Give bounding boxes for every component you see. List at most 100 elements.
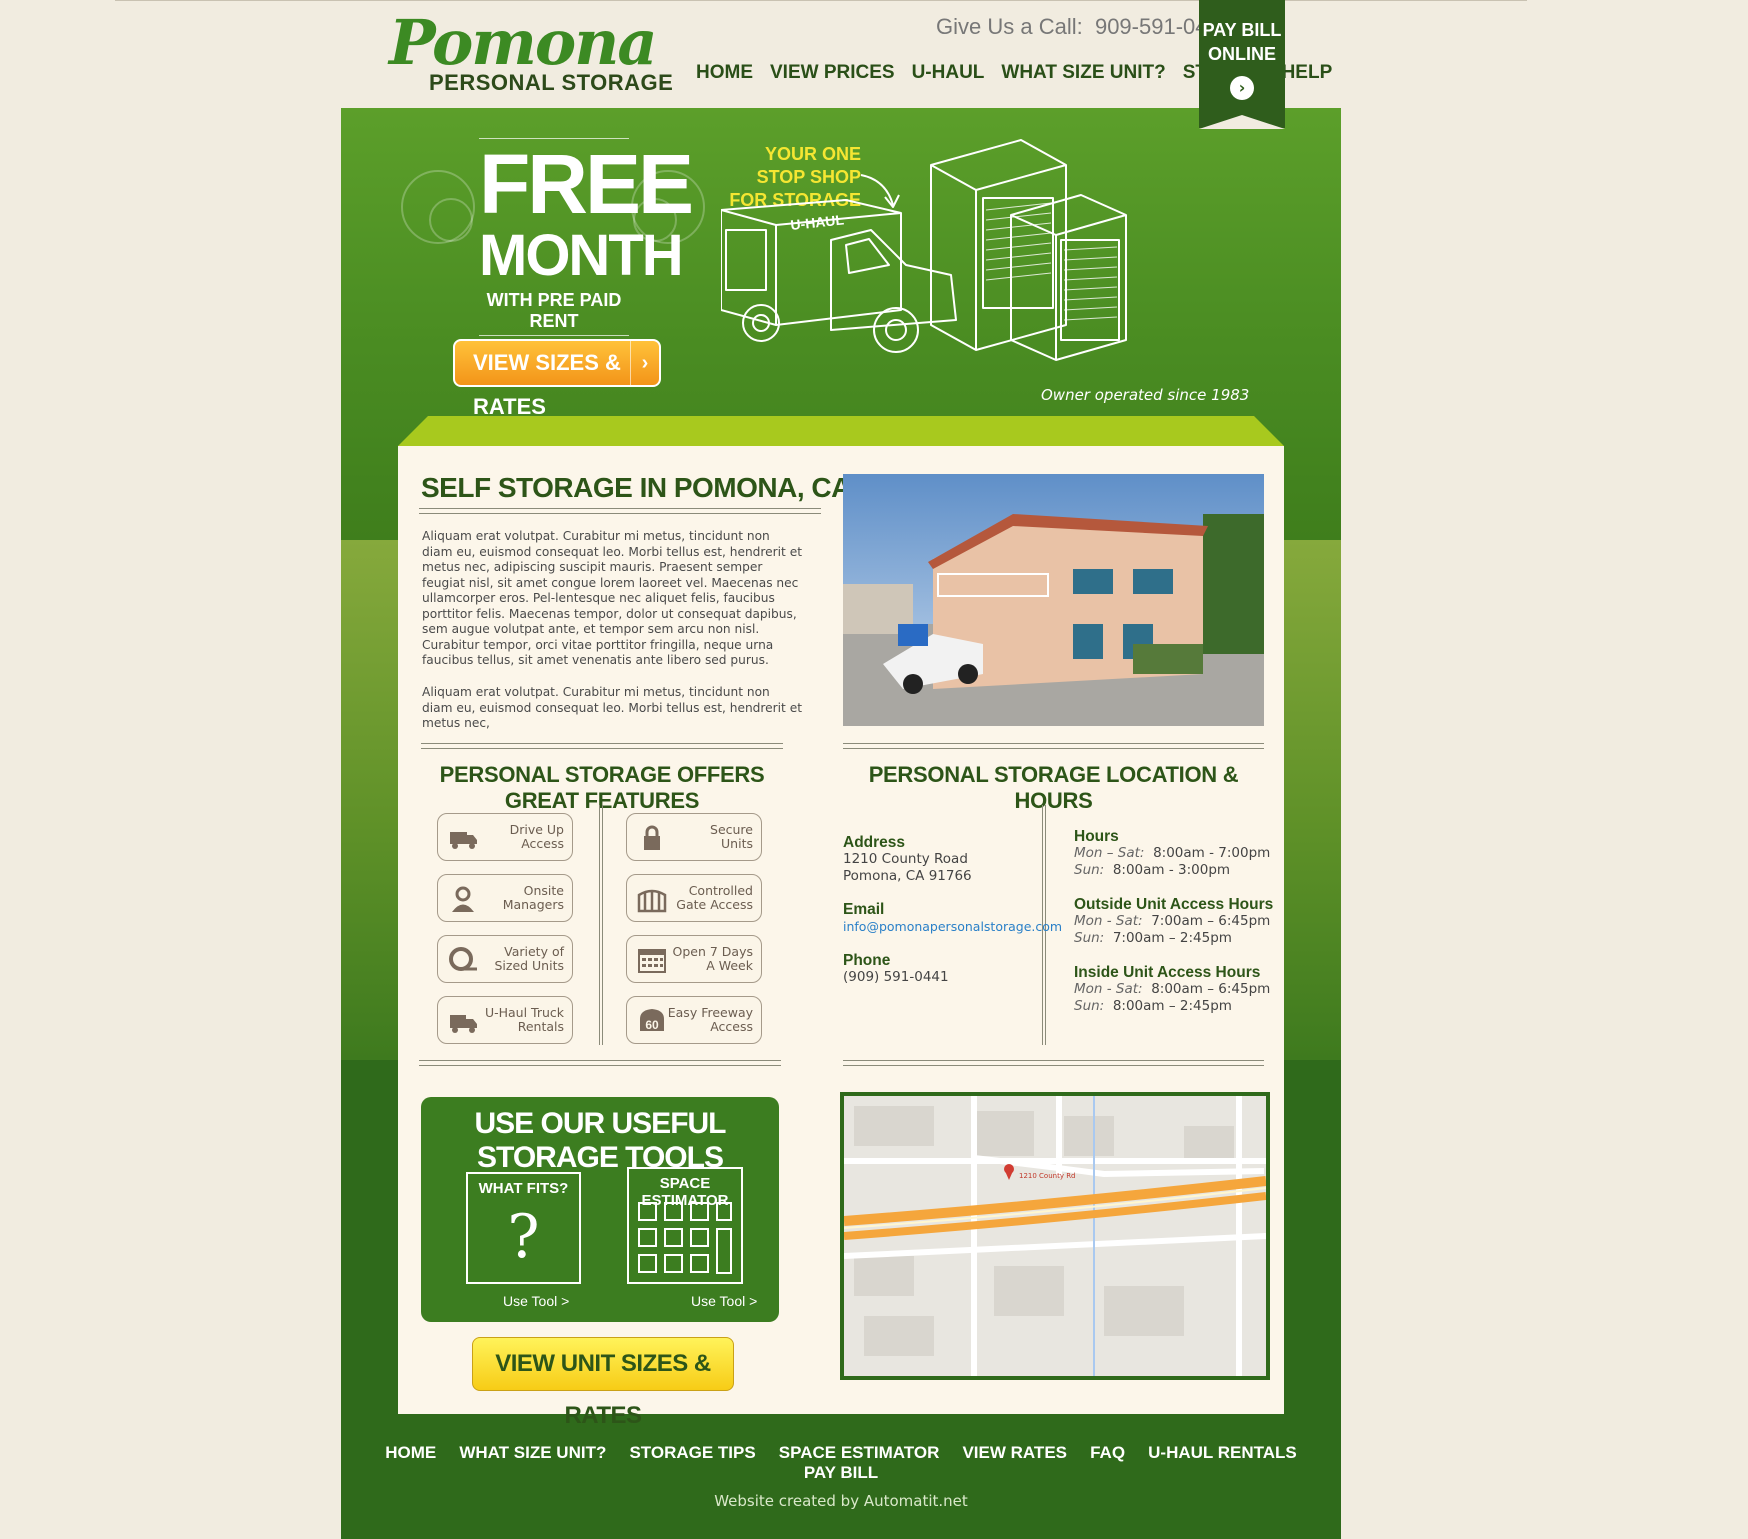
free-month-promo: FREE MONTH WITH PRE PAID RENT [479, 135, 694, 339]
view-unit-sizes-rates-button[interactable]: VIEW UNIT SIZES & RATES [472, 1337, 734, 1429]
hours-label: Hours [1074, 828, 1119, 845]
use-tool-link-1[interactable]: Use Tool > [503, 1293, 569, 1309]
footer-nav-home[interactable]: HOME [385, 1443, 436, 1462]
nav-home[interactable]: HOME [696, 62, 753, 84]
email-label: Email [843, 901, 885, 918]
hours-info: Hours Mon – Sat: 8:00am - 7:00pm Sun: 8:… [1074, 828, 1274, 1015]
feature-drive-up-access: Drive Up Access [437, 813, 573, 861]
address-label: Address [843, 834, 906, 851]
hours-row: Sun: 8:00am - 3:00pm [1074, 862, 1231, 878]
pay-bill-line1: PAY BILL [1202, 20, 1282, 40]
use-tool-link-2[interactable]: Use Tool > [691, 1293, 757, 1309]
hours-row: Mon - Sat: 8:00am – 6:45pm [1074, 981, 1271, 997]
truck-icon [448, 824, 478, 852]
pay-bill-line2: ONLINE [1207, 44, 1276, 64]
feature-open-7-days: Open 7 Days A Week [626, 935, 762, 983]
promo-prepaid: WITH PRE PAID RENT [486, 290, 622, 331]
moving-truck-icon [448, 1007, 478, 1035]
phone-label: Phone [843, 952, 891, 969]
call-line: Give Us a Call: 909-591-0441 [936, 14, 1232, 40]
hours-row: Sun: 8:00am – 2:45pm [1074, 998, 1232, 1014]
pay-bill-ribbon[interactable]: PAY BILL ONLINE › [1199, 0, 1285, 129]
footer-nav-space-estimator[interactable]: SPACE ESTIMATOR [779, 1443, 940, 1462]
tools-title: USE OUR USEFUL STORAGE TOOLS [474, 1107, 726, 1174]
freeway-60-icon: 60 [637, 1007, 667, 1035]
map-pin-label: 1210 County Rd [1019, 1172, 1076, 1180]
facility-photo [843, 474, 1264, 726]
tape-measure-icon [448, 946, 478, 974]
feature-label: Drive Up Access [509, 822, 564, 851]
question-mark-icon: ? [507, 1202, 540, 1272]
site-header: Pomona PERSONAL STORAGE Give Us a Call: … [341, 0, 1341, 129]
truck-and-storage-sketch: U-HAUL [721, 139, 1127, 361]
feature-label: Onsite Managers [502, 883, 564, 912]
hours-row: Mon - Sat: 7:00am – 6:45pm [1074, 913, 1271, 929]
feature-easy-freeway-access: 60 Easy Freeway Access [626, 996, 762, 1044]
outside-access-label: Outside Unit Access Hours [1074, 896, 1274, 913]
map-graphic: 1210 County Rd [844, 1096, 1266, 1376]
footer-nav: HOME WHAT SIZE UNIT? STORAGE TIPS SPACE … [341, 1443, 1341, 1483]
feature-label: Variety of Sized Units [494, 944, 564, 973]
footer-nav-pay-bill[interactable]: PAY BILL [804, 1463, 878, 1482]
address-line-1: 1210 County Road [843, 851, 968, 867]
space-estimator-tool[interactable]: SPACE ESTIMATOR [627, 1167, 743, 1284]
truck-brand: U-HAUL [790, 211, 845, 233]
storage-tools-box: USE OUR USEFUL STORAGE TOOLS WHAT FITS? … [421, 1097, 779, 1322]
intro-paragraph-1: Aliquam erat volutpat. Curabitur mi metu… [422, 529, 802, 667]
logo-subtitle[interactable]: PERSONAL STORAGE [429, 70, 673, 96]
feature-controlled-gate-access: Controlled Gate Access [626, 874, 762, 922]
location-title: PERSONAL STORAGE LOCATION & HOURS [868, 762, 1239, 813]
feature-u-haul-truck-rentals: U-Haul Truck Rentals [437, 996, 573, 1044]
call-label: Give Us a Call: [936, 14, 1083, 39]
footer-nav-view-rates[interactable]: VIEW RATES [962, 1443, 1067, 1462]
ribbon-notch [1199, 115, 1285, 129]
location-map[interactable]: 1210 County Rd [840, 1092, 1270, 1380]
logo-wordmark[interactable]: Pomona [389, 6, 658, 79]
person-icon [448, 885, 478, 913]
promo-month: MONTH [479, 223, 684, 288]
section-rule [419, 1060, 781, 1066]
phone-number[interactable]: (909) 591-0441 [843, 969, 1038, 986]
nav-u-haul[interactable]: U-HAUL [912, 62, 985, 84]
email-link[interactable]: info@pomonapersonalstorage.com [843, 919, 1062, 934]
page: Pomona PERSONAL STORAGE Give Us a Call: … [341, 0, 1341, 1539]
feature-label: Secure Units [710, 822, 753, 851]
features-divider [599, 805, 603, 1045]
hours-row: Mon – Sat: 8:00am - 7:00pm [1074, 845, 1271, 861]
feature-label: Easy Freeway Access [667, 1005, 753, 1034]
inside-access-label: Inside Unit Access Hours [1074, 964, 1261, 981]
feature-secure-units: Secure Units [626, 813, 762, 861]
address-line-2: Pomona, CA 91766 [843, 868, 972, 884]
lock-icon [637, 824, 667, 852]
promo-rule [479, 335, 629, 336]
calendar-icon [637, 946, 667, 974]
feature-label: Controlled Gate Access [676, 883, 753, 912]
promo-free: FREE [479, 137, 694, 231]
view-sizes-rates-button[interactable]: VIEW SIZES & RATES › [453, 339, 661, 419]
what-fits-tool[interactable]: WHAT FITS? ? [466, 1172, 581, 1284]
feature-label: U-Haul Truck Rentals [484, 1005, 564, 1034]
feature-variety-of-sized-units: Variety of Sized Units [437, 935, 573, 983]
footer-nav-faq[interactable]: FAQ [1090, 1443, 1125, 1462]
nav-what-size-unit[interactable]: WHAT SIZE UNIT? [1001, 62, 1165, 84]
arrow-right-icon: › [1230, 76, 1254, 100]
owner-operated-note: Owner operated since 1983 [1041, 386, 1250, 404]
feature-onsite-managers: Onsite Managers [437, 874, 573, 922]
footer-nav-storage-tips[interactable]: STORAGE TIPS [629, 1443, 755, 1462]
svg-text:60: 60 [645, 1018, 659, 1032]
footer-nav-what-size-unit[interactable]: WHAT SIZE UNIT? [459, 1443, 606, 1462]
gate-icon [637, 885, 667, 913]
section-rule [843, 1060, 1264, 1066]
chevron-right-icon: › [630, 341, 659, 385]
what-fits-label: WHAT FITS? [478, 1180, 569, 1197]
pay-bill-label: PAY BILL ONLINE [1199, 0, 1285, 66]
section-rule [421, 743, 783, 749]
nav-view-prices[interactable]: VIEW PRICES [770, 62, 895, 84]
footer-nav-u-haul-rentals[interactable]: U-HAUL RENTALS [1148, 1443, 1297, 1462]
intro-paragraph-2: Aliquam erat volutpat. Curabitur mi metu… [422, 685, 802, 730]
panel-tab [398, 416, 1284, 446]
contact-info: Address 1210 County Road Pomona, CA 9176… [843, 834, 1062, 986]
section-rule [843, 743, 1264, 749]
footer-credit[interactable]: Website created by Automatit.net [341, 1492, 1341, 1510]
title-underline [419, 508, 821, 514]
